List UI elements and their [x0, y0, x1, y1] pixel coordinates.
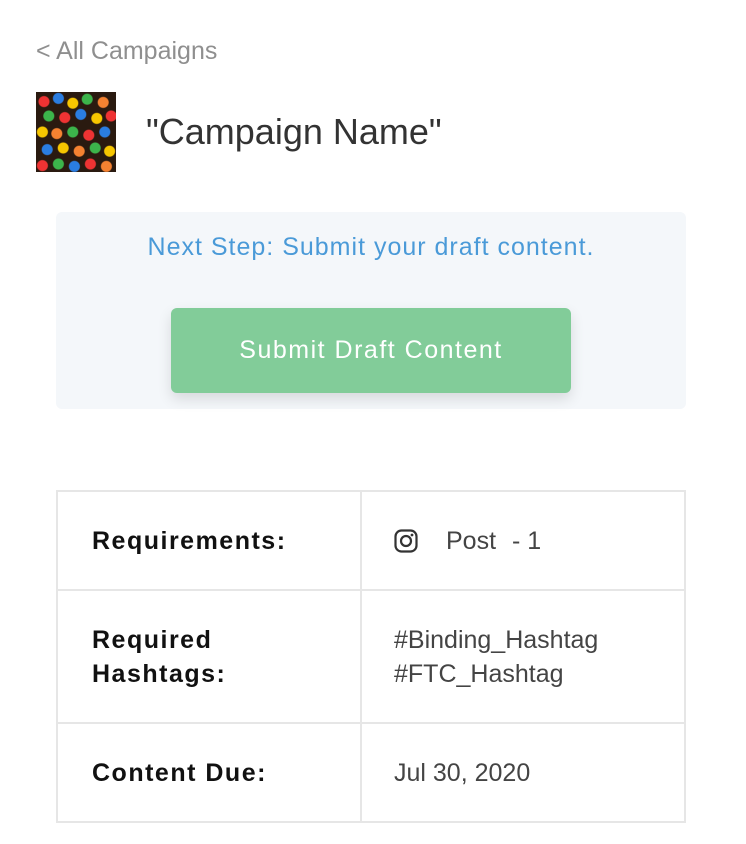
back-to-all-campaigns-link[interactable]: < All Campaigns [36, 36, 217, 66]
table-row: Requirements: Post - 1 [56, 490, 686, 591]
next-step-panel: Next Step: Submit your draft content. Su… [56, 212, 686, 409]
submit-draft-content-button[interactable]: Submit Draft Content [171, 308, 571, 393]
table-row: Required Hashtags: #Binding_Hashtag #FTC… [56, 589, 686, 724]
campaign-title: "Campaign Name" [146, 111, 442, 152]
content-type: Post [446, 526, 497, 555]
campaign-header: "Campaign Name" [36, 92, 442, 172]
requirements-label: Requirements: [56, 490, 362, 591]
content-due-label: Content Due: [56, 722, 362, 823]
label-line: Required [92, 625, 213, 654]
content-count: - 1 [512, 526, 542, 555]
hashtag: #FTC_Hashtag [394, 659, 564, 688]
requirements-table: Requirements: Post - 1 Required Hashtags… [56, 490, 686, 823]
hashtags-value: #Binding_Hashtag #FTC_Hashtag [360, 589, 686, 724]
requirements-value: Post - 1 [360, 490, 686, 591]
label-line: Hashtags: [92, 659, 227, 688]
next-step-message: Next Step: Submit your draft content. [147, 233, 595, 261]
content-due-value: Jul 30, 2020 [360, 722, 686, 823]
table-row: Content Due: Jul 30, 2020 [56, 722, 686, 823]
required-hashtags-label: Required Hashtags: [56, 589, 362, 724]
hashtag: #Binding_Hashtag [394, 625, 599, 654]
instagram-icon [394, 528, 418, 553]
campaign-thumbnail [36, 92, 116, 172]
